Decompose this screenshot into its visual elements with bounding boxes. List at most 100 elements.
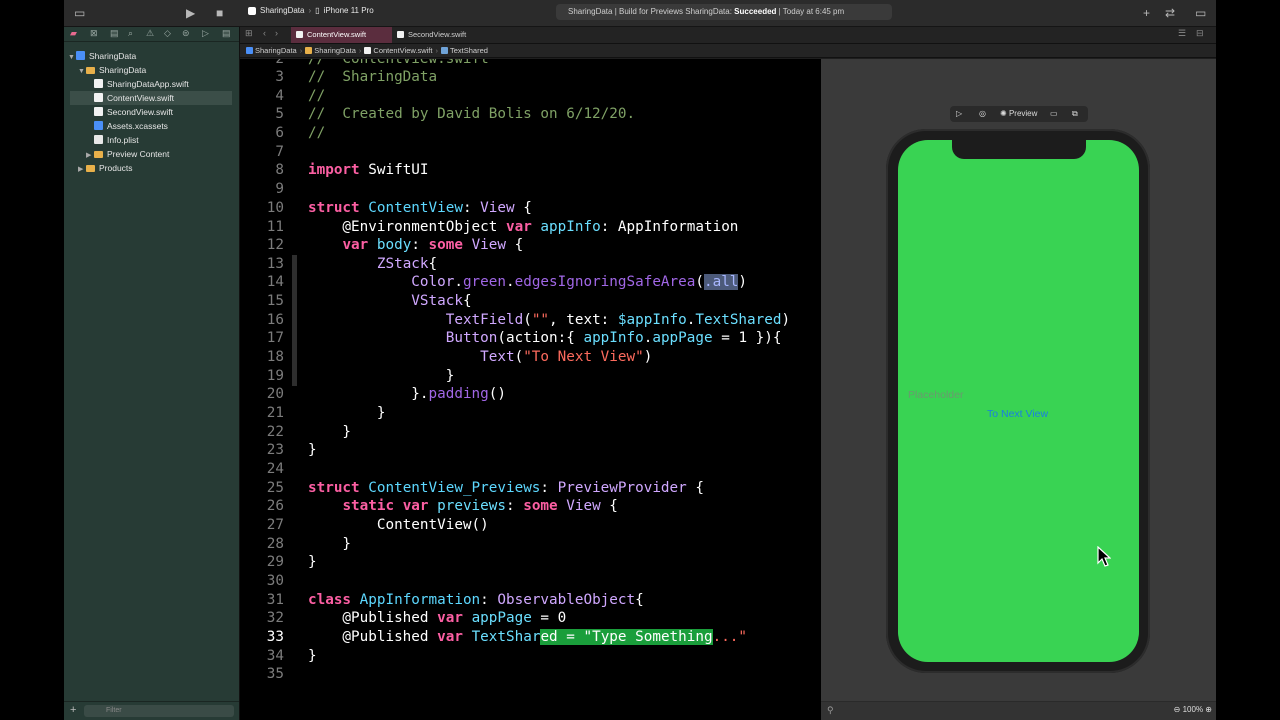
code-lines[interactable]: 2// ContentView.swift 3// SharingData 4/… bbox=[240, 59, 821, 720]
preview-label[interactable]: ✺ Preview bbox=[1000, 108, 1037, 120]
inspector-toggle-icon[interactable]: ▭ bbox=[1195, 5, 1206, 21]
tree-item-file[interactable]: Info.plist bbox=[86, 133, 239, 147]
line-number: 18 bbox=[266, 349, 284, 365]
sidebar-toggle-icon[interactable]: ▭ bbox=[74, 5, 85, 21]
swift-file-icon bbox=[397, 31, 404, 38]
tree-item-file[interactable]: Assets.xcassets bbox=[86, 119, 239, 133]
tab-contentview[interactable]: ContentView.swift bbox=[291, 27, 392, 43]
chevron-right-icon[interactable]: ▶ bbox=[78, 163, 86, 177]
jump-bar-item[interactable]: TextShared bbox=[450, 46, 488, 55]
to-next-view-button[interactable]: To Next View bbox=[987, 408, 1048, 420]
project-icon bbox=[246, 47, 253, 54]
window-toolbar: ▭ ▶ ■ SharingData › ▯ iPhone 11 Pro Shar… bbox=[64, 0, 1216, 27]
code-text: import SwiftUI bbox=[308, 162, 429, 178]
jump-bar[interactable]: SharingData › SharingData › ContentView.swif… bbox=[240, 44, 1216, 58]
line-number: 32 bbox=[266, 610, 284, 626]
add-file-icon[interactable]: + bbox=[70, 704, 76, 716]
code-text: @EnvironmentObject var appInfo: AppInfor… bbox=[308, 219, 739, 235]
tree-item-folder[interactable]: ▶ Preview Content bbox=[86, 147, 239, 161]
canvas-footer: ⚲ ⊖ 100% ⊕ bbox=[821, 701, 1216, 720]
code-review-icon[interactable]: ⇄ bbox=[1165, 5, 1175, 21]
line-number: 24 bbox=[266, 461, 284, 477]
run-icon[interactable]: ▶ bbox=[186, 5, 195, 21]
property-icon bbox=[440, 47, 448, 54]
breakpoint-icon[interactable]: ▷ bbox=[202, 28, 209, 39]
debug-icon[interactable]: ⊜ bbox=[182, 28, 190, 39]
tree-item-folder[interactable]: ▶ Products bbox=[78, 161, 239, 175]
project-navigator: ▰ ⊠ ▤ ⌕ ⚠ ◇ ⊜ ▷ ▤ ▼ SharingData ▼ SharingD… bbox=[64, 27, 240, 720]
device-settings-icon[interactable]: ▭ bbox=[1050, 108, 1058, 120]
code-fold-ribbon[interactable] bbox=[292, 273, 297, 292]
report-icon[interactable]: ▤ bbox=[222, 28, 231, 39]
back-icon[interactable]: ‹ bbox=[263, 28, 266, 38]
add-icon[interactable]: + bbox=[1143, 5, 1150, 21]
editor-options-icon[interactable]: ☰ bbox=[1178, 28, 1186, 39]
chevron-right-icon: › bbox=[435, 46, 438, 55]
swift-file-icon bbox=[364, 47, 372, 54]
chevron-down-icon[interactable]: ▼ bbox=[78, 65, 86, 79]
code-text: ContentView() bbox=[308, 517, 489, 533]
code-text: // SharingData bbox=[308, 69, 438, 85]
source-editor[interactable]: 2// ContentView.swift 3// SharingData 4/… bbox=[240, 59, 821, 720]
stop-icon[interactable]: ■ bbox=[216, 5, 223, 21]
chevron-down-icon[interactable]: ▼ bbox=[68, 51, 76, 65]
text-field-placeholder[interactable]: Placeholder bbox=[908, 389, 963, 401]
line-number: 25 bbox=[266, 480, 284, 496]
device-notch bbox=[952, 140, 1086, 159]
filter-input[interactable]: Filter bbox=[84, 705, 234, 717]
tree-item-project[interactable]: ▼ SharingData bbox=[68, 49, 239, 63]
pin-icon[interactable]: ⚲ bbox=[827, 705, 834, 716]
split-editor-icon[interactable]: ⊟ bbox=[1196, 28, 1204, 39]
preview-canvas[interactable]: ▷ ◎ ✺ Preview ▭ ⧉ Placeholder To Next Vi… bbox=[821, 59, 1216, 720]
debug-preview-icon[interactable]: ◎ bbox=[979, 108, 986, 120]
code-text: class AppInformation: ObservableObject{ bbox=[308, 592, 644, 608]
tree-item-label: Assets.xcassets bbox=[107, 121, 168, 131]
symbol-icon[interactable]: ▤ bbox=[110, 28, 119, 39]
scheme-selector[interactable]: SharingData › ▯ iPhone 11 Pro bbox=[248, 6, 374, 15]
forward-icon[interactable]: › bbox=[275, 28, 278, 38]
preview-toolbar-label: Preview bbox=[1008, 109, 1038, 118]
folder-icon bbox=[86, 165, 95, 172]
folder-icon bbox=[94, 151, 103, 158]
code-fold-ribbon[interactable] bbox=[292, 311, 297, 330]
line-number: 26 bbox=[266, 498, 284, 514]
code-fold-ribbon[interactable] bbox=[292, 292, 297, 311]
duplicate-preview-icon[interactable]: ⧉ bbox=[1072, 108, 1078, 120]
code-fold-ribbon[interactable] bbox=[292, 329, 297, 348]
find-icon[interactable]: ⌕ bbox=[128, 28, 133, 39]
navigator-filter-bar: + Filter bbox=[64, 701, 239, 720]
code-text: var body: some View { bbox=[342, 237, 524, 253]
grid-icon[interactable]: ⊞ bbox=[245, 28, 253, 39]
zoom-control[interactable]: ⊖ 100% ⊕ bbox=[1174, 705, 1212, 714]
test-icon[interactable]: ◇ bbox=[164, 28, 171, 39]
code-text: ZStack{ bbox=[376, 256, 438, 272]
line-number: 3 bbox=[275, 69, 284, 85]
tree-item-file[interactable]: SecondView.swift bbox=[86, 105, 239, 119]
code-fold-ribbon[interactable] bbox=[292, 367, 297, 386]
jump-bar-item[interactable]: ContentView.swift bbox=[373, 46, 432, 55]
tree-item-file-selected[interactable]: ContentView.swift bbox=[70, 91, 232, 105]
live-preview-icon[interactable]: ▷ bbox=[956, 108, 962, 120]
issue-icon[interactable]: ⚠ bbox=[146, 28, 154, 39]
source-control-icon[interactable]: ⊠ bbox=[90, 28, 98, 39]
line-number: 31 bbox=[266, 592, 284, 608]
line-number: 11 bbox=[266, 219, 284, 235]
line-number: 12 bbox=[266, 237, 284, 253]
line-number: 15 bbox=[266, 293, 284, 309]
tree-item-label: SharingData bbox=[99, 65, 147, 75]
app-icon bbox=[248, 6, 256, 15]
code-fold-ribbon[interactable] bbox=[292, 255, 297, 274]
tree-item-file[interactable]: SharingDataApp.swift bbox=[86, 77, 239, 91]
line-number: 8 bbox=[275, 162, 284, 178]
code-text: static var previews: some View { bbox=[342, 498, 618, 514]
tree-item-folder[interactable]: ▼ SharingData bbox=[78, 63, 239, 77]
line-number: 20 bbox=[266, 386, 284, 402]
folder-icon[interactable]: ▰ bbox=[70, 28, 77, 39]
code-text: } bbox=[308, 554, 317, 570]
jump-bar-item[interactable]: SharingData bbox=[314, 46, 356, 55]
jump-bar-item[interactable]: SharingData bbox=[255, 46, 297, 55]
navigator-tabs: ▰ ⊠ ▤ ⌕ ⚠ ◇ ⊜ ▷ ▤ bbox=[64, 27, 239, 42]
folder-icon bbox=[86, 67, 95, 74]
tab-secondview[interactable]: SecondView.swift bbox=[392, 27, 492, 43]
code-fold-ribbon[interactable] bbox=[292, 348, 297, 367]
